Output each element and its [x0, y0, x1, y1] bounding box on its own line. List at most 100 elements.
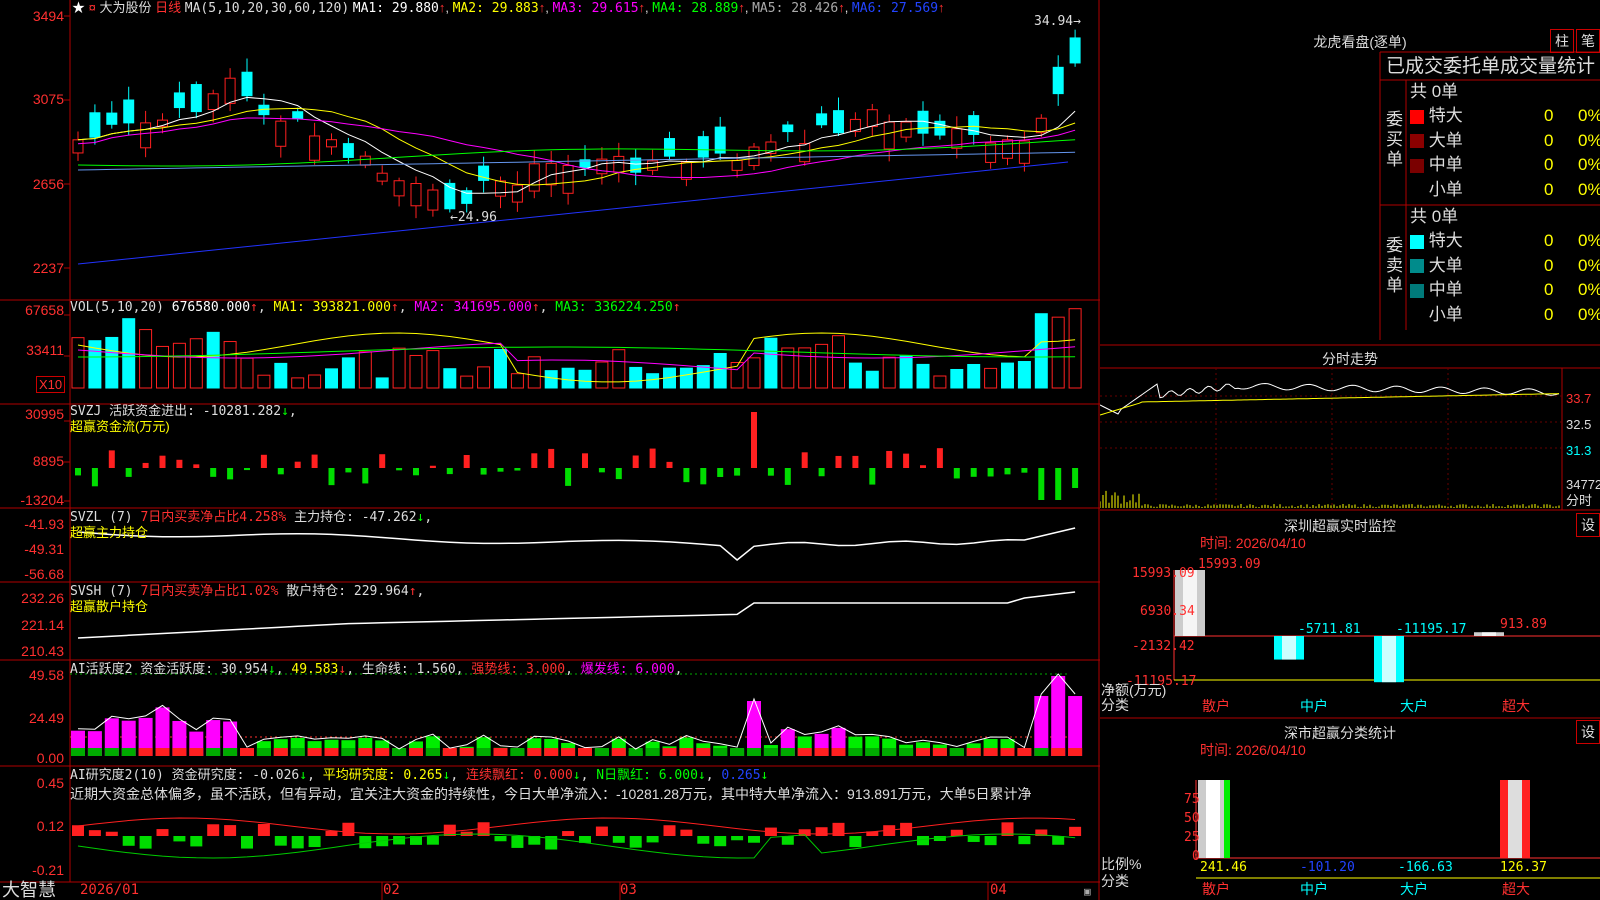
- k-ylabel-2: 3075: [32, 91, 64, 107]
- flow-bar-out: [1038, 468, 1045, 500]
- research-bar-down: [511, 836, 524, 848]
- flow-bar-in: [903, 453, 910, 468]
- flow-bar-out: [784, 468, 791, 485]
- volume-bar: [375, 377, 389, 389]
- research-bar-down: [122, 836, 135, 846]
- activity-base-bar: [544, 748, 559, 756]
- flow-bar-in: [666, 461, 673, 468]
- flow-bar-in: [311, 454, 318, 468]
- sell-name: 大单: [1424, 255, 1463, 275]
- flow-bar-out: [277, 468, 284, 475]
- vol-unit-badge[interactable]: X10: [36, 376, 66, 393]
- buy-row: 特大 0 0%: [1410, 106, 1600, 126]
- main-chart-canvas[interactable]: [0, 0, 1100, 900]
- lhb-title: 龙虎看盘(逐单): [1313, 34, 1407, 50]
- szcy-settings-button[interactable]: 设: [1576, 513, 1600, 537]
- activity-base-bar: [307, 748, 322, 756]
- volume-bar: [257, 374, 271, 389]
- period-label[interactable]: 日线: [155, 0, 181, 15]
- volume-bar: [1034, 313, 1048, 389]
- bar-mode-button[interactable]: 柱: [1550, 29, 1574, 53]
- szcy-x-unit: 分类: [1101, 697, 1129, 713]
- flow-bar-in: [463, 455, 470, 468]
- activity-base-bar: [375, 748, 390, 756]
- flow-bar-out: [328, 468, 335, 486]
- flow-bar-in: [936, 448, 943, 468]
- candle-down: [190, 84, 202, 113]
- fs-price-line: [1100, 382, 1560, 415]
- candle-up: [326, 139, 337, 148]
- szcy-val-3: -11195.17: [1396, 622, 1467, 637]
- activity-bar-high: [1068, 696, 1083, 756]
- candle-down: [816, 113, 828, 126]
- volume-bar: [460, 375, 474, 389]
- szcy-bar-highlight: [1282, 636, 1296, 660]
- research-bar-up: [325, 831, 338, 836]
- scfl-cat-4: 超大: [1502, 881, 1530, 897]
- volume-bar: [341, 357, 355, 389]
- buy-row: 小单 0 0%: [1410, 180, 1600, 200]
- candle-up: [1018, 140, 1030, 164]
- tick-mode-button[interactable]: 笔: [1576, 29, 1600, 53]
- x-label-apr: 04: [990, 882, 1007, 898]
- flow-bar-out: [1004, 468, 1011, 475]
- activity-base-bar: [645, 748, 660, 756]
- activity-base-bar: [138, 748, 153, 756]
- research-bar-down: [1052, 836, 1065, 845]
- aiyj-ylabel-1: 0.45: [36, 775, 64, 791]
- sell-pct: 0%: [1578, 304, 1600, 324]
- lhb-tabs[interactable]: 已成交委托单成交量统计: [1386, 56, 1595, 78]
- volume-bar: [899, 355, 913, 389]
- stock-name[interactable]: 大为股份: [100, 0, 152, 15]
- k-ylabel-1: 3494: [32, 8, 64, 24]
- volume-bar: [494, 349, 507, 389]
- candle-down: [833, 110, 844, 134]
- activity-base-bar: [780, 748, 795, 756]
- activity-base-bar: [1000, 748, 1015, 756]
- activity-base-bar: [493, 748, 508, 756]
- sell-label: 委卖单: [1386, 236, 1403, 295]
- candle-up: [275, 120, 287, 147]
- ma5-line: [77, 151, 1076, 171]
- activity-base-bar: [155, 748, 170, 756]
- flow-bar-in: [379, 454, 386, 468]
- lock-icon[interactable]: ▣: [1084, 884, 1091, 899]
- volume-bar: [747, 357, 761, 389]
- high-price-label: 34.94→: [1034, 14, 1081, 29]
- activity-base-bar: [256, 748, 271, 756]
- sell-pct: 0%: [1578, 280, 1600, 299]
- activity-base-bar: [899, 748, 914, 756]
- sell-name: 特大: [1424, 231, 1463, 250]
- szcy-cat-3: 大户: [1400, 698, 1428, 714]
- research-bar-up: [257, 824, 270, 836]
- flow-bar-out: [987, 468, 994, 477]
- sell-swatch: [1410, 283, 1424, 298]
- research-bar-down: [849, 836, 862, 848]
- candle-down: [461, 190, 473, 204]
- fs-ylabel-2: 32.5: [1566, 417, 1592, 432]
- flow-bar-out: [362, 468, 369, 484]
- candle-up: [207, 93, 219, 110]
- brand-logo[interactable]: 大智慧: [2, 880, 56, 900]
- star-icon[interactable]: ★: [72, 0, 85, 15]
- flow-bar-in: [920, 465, 926, 468]
- research-bar-up: [224, 825, 237, 836]
- flow-bar-out: [953, 468, 960, 479]
- flow-bar-in: [751, 412, 757, 468]
- volume-bar: [358, 351, 372, 389]
- flow-bar-in: [582, 453, 588, 468]
- scfl-settings-button[interactable]: 设: [1576, 720, 1600, 744]
- candle-down: [123, 99, 135, 124]
- volume-bar: [206, 331, 220, 389]
- volume-bar: [798, 347, 812, 389]
- volume-bar: [1001, 362, 1014, 389]
- candle-down: [241, 71, 253, 97]
- flow-bar-out: [396, 468, 403, 471]
- aihy-ylabel-3: 0.00: [36, 750, 64, 766]
- aiyj-ylabel-3: -0.21: [32, 862, 64, 878]
- buy-total: 共 0单: [1410, 82, 1459, 101]
- research-bar-up: [562, 831, 575, 836]
- fs-title: 分时走势: [1322, 351, 1378, 367]
- activity-base-bar: [442, 748, 457, 756]
- activity-base-bar: [290, 748, 305, 756]
